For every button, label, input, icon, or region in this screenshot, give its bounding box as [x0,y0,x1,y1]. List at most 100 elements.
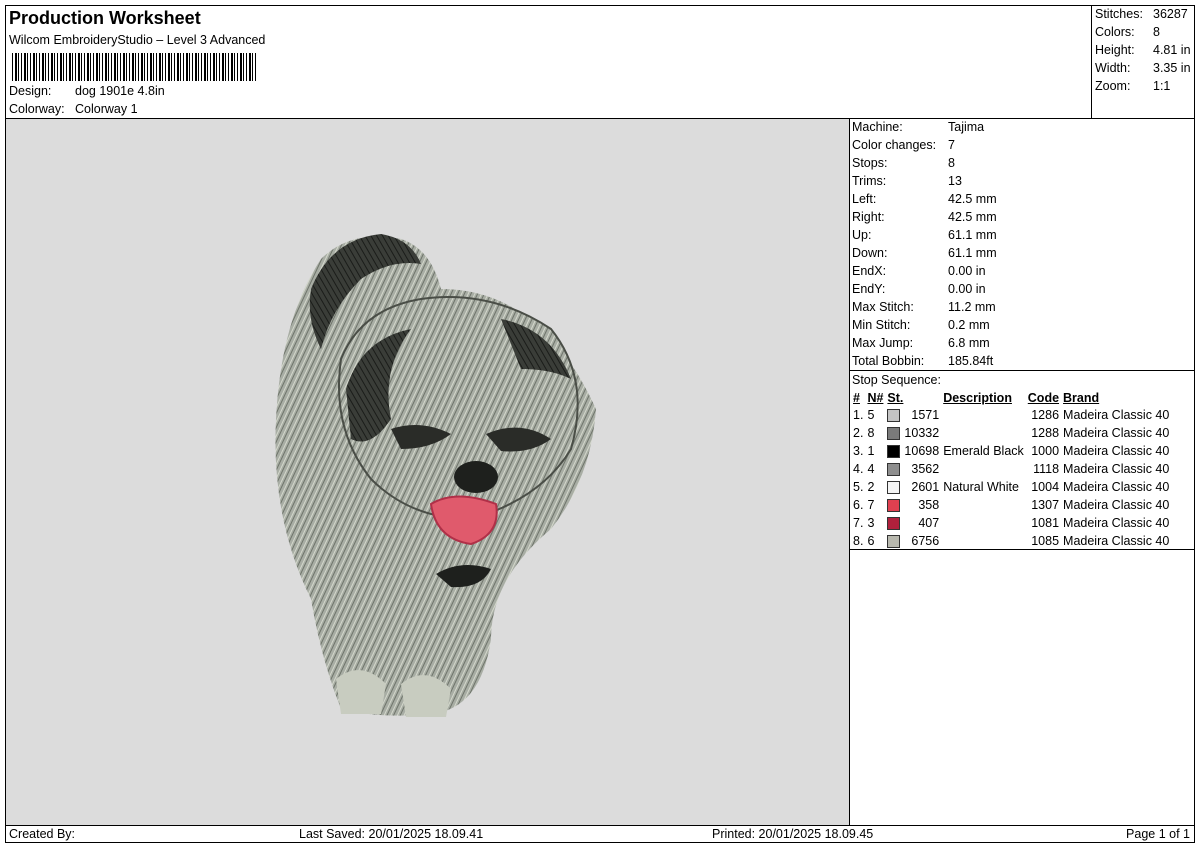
needle-number: 8 [867,426,875,440]
color-swatch [885,460,902,478]
detail-label: Max Jump: [852,336,914,350]
summary-value: 1:1 [1153,79,1171,93]
thread-brand: Madeira Classic 40 [1063,480,1170,494]
stitch-count: 10698 [904,444,940,458]
summary-label: Zoom: [1095,79,1131,93]
detail-label: Stops: [852,156,888,170]
table-header-row: # N# St. Description Code Brand [851,389,1171,406]
detail-row: Max Stitch: 11.2 mm [852,300,996,314]
detail-row: Color changes: 7 [852,138,955,152]
thread-brand: Madeira Classic 40 [1063,534,1170,548]
summary-label: Width: [1095,61,1131,75]
detail-label: Right: [852,210,885,224]
worksheet-footer: Created By: Last Saved: 20/01/2025 18.09… [5,825,1195,843]
summary-row: Stitches: 36287 [1095,7,1195,21]
col-stitches: St. [887,390,904,405]
summary-label: Colors: [1095,25,1135,39]
stitch-count: 3562 [911,462,940,476]
needle-number: 2 [867,480,875,494]
design-row: Design: dog 1901e 4.8in [9,84,165,98]
stop-sequence-label: Stop Sequence: [852,373,941,387]
thread-brand: Madeira Classic 40 [1063,444,1170,458]
thread-description: Natural White [943,480,1019,494]
detail-value: 0.00 in [948,264,986,278]
detail-label: Max Stitch: [852,300,914,314]
page-number: Page 1 of 1 [1126,827,1190,841]
detail-label: Up: [852,228,872,242]
thread-description [941,496,1026,514]
detail-row: Down: 61.1 mm [852,246,997,260]
needle-number: 6 [867,534,875,548]
thread-description [941,532,1026,550]
thread-color-swatch [887,499,901,513]
table-row: 7. 3 407 1081 Madeira Classic 40 [851,514,1171,532]
table-row: 6. 7 358 1307 Madeira Classic 40 [851,496,1171,514]
needle-number: 1 [867,444,875,458]
thread-code: 1307 [1031,498,1060,512]
detail-value: Tajima [948,120,985,134]
detail-label: Min Stitch: [852,318,911,332]
thread-brand: Madeira Classic 40 [1063,462,1170,476]
stitch-count: 6756 [911,534,940,548]
thread-color-swatch [887,409,901,423]
detail-row: Trims: 13 [852,174,962,188]
detail-value: 42.5 mm [948,210,997,224]
colorway-row: Colorway: Colorway 1 [9,102,138,116]
summary-row: Colors: 8 [1095,25,1195,39]
detail-value: 0.00 in [948,282,986,296]
detail-label: Total Bobbin: [852,354,925,368]
summary-value: 3.35 in [1153,61,1191,75]
thread-code: 1118 [1033,462,1060,476]
stop-index: 8. [853,534,864,548]
details-panel: Machine: Tajima Color changes: 7 Stops: 8 Trim… [849,118,1195,826]
thread-code: 1004 [1031,480,1060,494]
detail-value: 8 [948,156,955,170]
table-row: 4. 4 3562 1118 Madeira Classic 40 [851,460,1171,478]
col-needle: N# [867,390,884,405]
thread-brand: Madeira Classic 40 [1063,516,1170,530]
summary-value: 36287 [1153,7,1188,21]
printed-date: Printed: 20/01/2025 18.09.45 [712,827,874,841]
table-row: 2. 8 10332 1288 Madeira Classic 40 [851,424,1171,442]
thread-code: 1081 [1031,516,1060,530]
summary-label: Height: [1095,43,1135,57]
detail-label: Left: [852,192,877,206]
thread-description [941,460,1026,478]
color-swatch [885,406,902,424]
detail-value: 0.2 mm [948,318,990,332]
summary-value: 8 [1153,25,1160,39]
thread-brand: Madeira Classic 40 [1063,426,1170,440]
col-description: Description [943,390,1012,405]
stop-index: 6. [853,498,864,512]
summary-label: Stitches: [1095,7,1143,21]
thread-code: 1000 [1031,444,1060,458]
stop-sequence-table: # N# St. Description Code Brand 1. 5 1571 1… [851,389,1171,550]
detail-label: Color changes: [852,138,937,152]
color-swatch [885,424,902,442]
detail-row: Right: 42.5 mm [852,210,997,224]
thread-description [941,514,1026,532]
detail-value: 42.5 mm [948,192,997,206]
detail-row: Up: 61.1 mm [852,228,997,242]
stop-index: 7. [853,516,864,530]
thread-brand: Madeira Classic 40 [1063,498,1170,512]
detail-row: EndY: 0.00 in [852,282,986,296]
stitch-count: 2601 [911,480,940,494]
detail-value: 61.1 mm [948,246,997,260]
summary-row: Height: 4.81 in [1095,43,1195,57]
divider [850,549,1194,550]
detail-value: 13 [948,174,962,188]
col-brand: Brand [1063,390,1100,405]
stitch-count: 10332 [904,426,940,440]
thread-brand: Madeira Classic 40 [1063,408,1170,422]
thread-description: Emerald Black [943,444,1024,458]
page-title: Production Worksheet [9,8,201,28]
col-code: Code [1027,390,1060,405]
detail-row: Max Jump: 6.8 mm [852,336,990,350]
color-swatch [885,514,902,532]
created-by: Created By: [9,827,76,841]
detail-row: Stops: 8 [852,156,955,170]
software-subtitle: Wilcom EmbroideryStudio – Level 3 Advanc… [9,33,266,47]
summary-row: Zoom: 1:1 [1095,79,1195,93]
last-saved: Last Saved: 20/01/2025 18.09.41 [299,827,484,841]
